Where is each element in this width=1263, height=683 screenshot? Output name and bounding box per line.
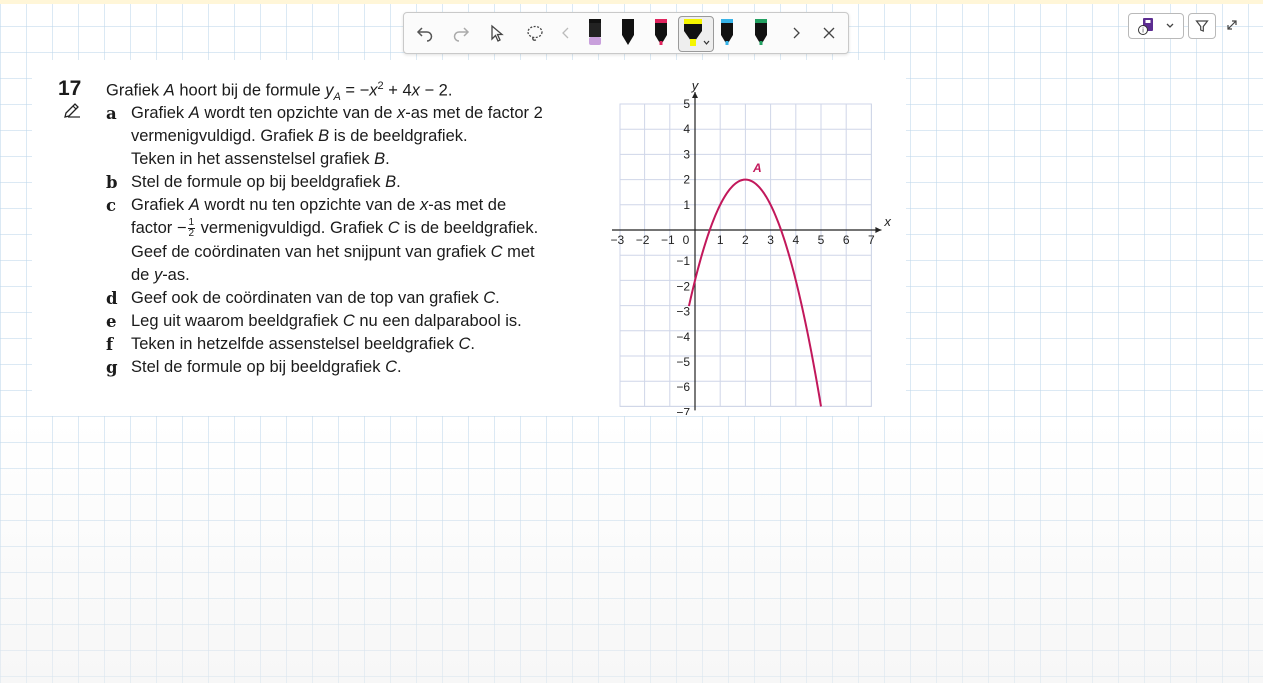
chevron-down-icon: [1166, 23, 1174, 28]
close-icon[interactable]: [818, 17, 840, 49]
x-tick-label: 3: [767, 233, 774, 247]
filter-button[interactable]: [1188, 13, 1216, 39]
item-b-text: Stel de formule op bij beeldgrafiek B.: [131, 173, 401, 191]
y-tick-label: 3: [683, 147, 690, 161]
y-tick-label: −5: [676, 355, 690, 369]
x-tick-label: 7: [868, 233, 875, 247]
highlighter-yellow[interactable]: [678, 16, 714, 52]
item-letter-f: f: [106, 335, 114, 354]
y-tick-label: −3: [676, 305, 690, 319]
series-label-A: A: [752, 161, 762, 175]
pencil-icon: [62, 100, 82, 125]
chevron-left-icon[interactable]: [558, 17, 574, 49]
exercise-number: 17: [58, 77, 82, 100]
x-tick-label: 0: [683, 233, 690, 247]
item-c-line-1: Grafiek A wordt nu ten opzichte van de x…: [131, 196, 507, 214]
item-g-text: Stel de formule op bij beeldgrafiek C.: [131, 358, 402, 376]
item-letter-d: d: [106, 289, 118, 308]
item-a-line-3: Teken in het assenstelsel grafiek B.: [131, 150, 390, 168]
item-a-line-1: Grafiek A wordt ten opzichte van de x-as…: [131, 104, 543, 122]
top-accent-strip: [0, 0, 1263, 4]
ink-toolbar: [403, 12, 849, 54]
y-tick-label: −7: [676, 405, 690, 415]
y-tick-label: 5: [683, 97, 690, 111]
x-tick-label: 4: [792, 233, 799, 247]
item-letter-e: e: [106, 312, 117, 331]
x-tick-label: 6: [843, 233, 850, 247]
pen-red[interactable]: [648, 17, 674, 49]
item-letter-b: b: [106, 173, 118, 192]
y-tick-label: −2: [676, 279, 690, 293]
item-letter-g: g: [106, 358, 118, 377]
item-letter-c: c: [106, 196, 117, 215]
expand-icon[interactable]: [1222, 14, 1242, 36]
item-a-line-2: vermenigvuldigd. Grafiek B is de beeldgr…: [131, 127, 468, 145]
y-tick-label: 2: [683, 173, 690, 187]
pen-black[interactable]: [615, 17, 641, 49]
y-tick-label: −4: [676, 330, 690, 344]
pen-purple[interactable]: [582, 17, 608, 49]
pen-cyan[interactable]: [714, 17, 740, 49]
lasso-icon[interactable]: [522, 17, 548, 49]
item-c-line-3: Geef de coördinaten van het snijpunt van…: [131, 243, 535, 261]
item-d-text: Geef ook de coördinaten van de top van g…: [131, 289, 500, 307]
chevron-right-icon[interactable]: [788, 17, 804, 49]
y-tick-label: 1: [683, 198, 690, 212]
y-tick-label: 4: [683, 122, 690, 136]
pen-green[interactable]: [748, 17, 774, 49]
parabola-graph: −3 −2 −1 0 1 2 3 4 5 6 7 5 4 3 2 1 −1 −2 −3 −4 −5 −6 −7 x y A: [600, 78, 895, 420]
item-e-text: Leg uit waarom beeldgrafiek C nu een dal…: [131, 312, 522, 330]
redo-icon[interactable]: [448, 17, 474, 49]
y-axis-label: y: [691, 80, 700, 93]
funnel-icon: [1195, 20, 1209, 32]
series-line-A: [687, 178, 822, 407]
immersive-reader-icon: i: [1138, 18, 1153, 35]
coordinate-system: −3 −2 −1 0 1 2 3 4 5 6 7 5 4 3 2 1 −1 −2 −3 −4 −5 −6 −7 x y A: [611, 78, 892, 419]
fraction-one-half: 12: [187, 217, 196, 240]
x-tick-label: 2: [742, 233, 749, 247]
undo-icon[interactable]: [412, 17, 438, 49]
x-tick-label: −1: [661, 233, 675, 247]
item-letter-a: a: [106, 104, 117, 123]
x-axis-arrow: [875, 227, 882, 233]
background-fade: [0, 420, 1263, 683]
immersive-reader-dropdown[interactable]: i: [1128, 13, 1184, 39]
y-tick-label: −1: [676, 254, 690, 268]
x-tick-label: −2: [636, 233, 650, 247]
x-tick-label: 5: [818, 233, 825, 247]
item-c-line-4: de y-as.: [131, 266, 190, 284]
x-axis-label: x: [883, 214, 891, 229]
x-tick-label: −3: [611, 233, 625, 247]
select-pointer-icon[interactable]: [484, 17, 510, 49]
exercise-intro: Grafiek A hoort bij de formule yA = −x2 …: [106, 80, 453, 103]
item-f-text: Teken in hetzelfde assenstelsel beeldgra…: [131, 335, 475, 353]
y-tick-label: −6: [676, 380, 690, 394]
x-tick-label: 1: [717, 233, 724, 247]
item-c-line-2: factor −1 2 vermenigvuldigd. Grafiek C is…: [131, 217, 539, 240]
